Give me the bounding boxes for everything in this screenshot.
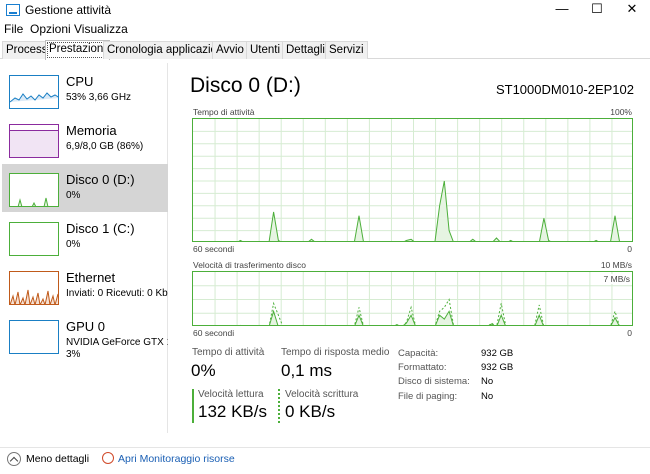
sidebar-item-detail: 6,9/8,0 GB (86%) [66,141,144,152]
close-button[interactable]: ✕ [615,0,649,20]
read-rate-indicator [192,389,194,423]
activity-chart-caption: Tempo di attività [193,107,255,117]
sidebar-item-label: CPU [66,74,94,89]
transfer-chart-max: 10 MB/s [600,260,632,270]
resource-monitor-icon [102,452,114,464]
gpu-thumbnail-graph [9,320,59,354]
paging-file-value: No [481,391,494,402]
transfer-chart-secondary-max: 7 MB/s [603,274,630,284]
write-speed-label: Velocità scrittura [285,389,359,400]
read-speed-value: 132 KB/s [198,402,267,421]
memory-thumbnail-graph [9,124,59,158]
less-details-link[interactable]: Meno dettagli [26,453,89,465]
disk-0-thumbnail-graph [9,173,59,207]
transfer-chart-time: 60 secondi [193,328,235,338]
menu-file[interactable]: File [4,22,23,36]
transfer-chart-svg [193,272,632,325]
sidebar-item-cpu[interactable]: CPU 53% 3,66 GHz [2,66,168,114]
sidebar-item-label: Disco 1 (C:) [66,221,135,236]
sidebar-item-label: Memoria [66,123,117,138]
minimize-button[interactable]: — [545,0,579,20]
tab-app-history[interactable]: Cronologia applicazioni [103,41,230,59]
sidebar-item-disk-1[interactable]: Disco 1 (C:) 0% [2,213,168,261]
resource-list: CPU 53% 3,66 GHz Memoria 6,9/8,0 GB (86%… [0,63,168,433]
transfer-chart: 7 MB/s [192,271,633,326]
maximize-button[interactable]: ☐ [580,0,614,20]
response-stat-label: Tempo di risposta medio [281,347,390,358]
chevron-up-icon[interactable] [7,452,21,466]
sidebar-item-detail: 0% [66,239,81,250]
formatted-value: 932 GB [481,362,514,373]
transfer-chart-caption: Velocità di trasferimento disco [193,260,306,270]
sidebar-item-memory[interactable]: Memoria 6,9/8,0 GB (86%) [2,115,168,163]
tab-services[interactable]: Servizi [325,41,368,59]
activity-stat-value: 0% [191,361,216,380]
activity-chart-max: 100% [610,107,632,117]
capacity-label: Capacità: [398,348,439,359]
task-manager-icon [6,4,20,16]
window-title: Gestione attività [25,3,112,17]
sidebar-item-gpu-0[interactable]: GPU 0 NVIDIA GeForce GTX 1050 3% [2,311,168,360]
write-rate-indicator [278,389,280,423]
ethernet-thumbnail-graph [9,271,59,305]
sidebar-item-detail: NVIDIA GeForce GTX 1050 [66,337,168,348]
disk-1-thumbnail-graph [9,222,59,256]
menu-view[interactable]: Visualizza [74,22,128,36]
transfer-chart-min: 0 [627,328,632,338]
tab-users[interactable]: Utenti [246,41,285,59]
tab-bar: Processi Prestazioni Cronologia applicaz… [0,40,650,60]
capacity-value: 932 GB [481,348,514,359]
sidebar-item-detail: Inviati: 0 Ricevuti: 0 Kbps [66,288,168,299]
activity-chart-min: 0 [627,244,632,254]
system-disk-label: Disco di sistema: [398,376,470,387]
tab-startup[interactable]: Avvio [212,41,248,59]
tab-performance[interactable]: Prestazioni [45,40,110,60]
paging-file-label: File di paging: [398,391,458,402]
response-stat-value: 0,1 ms [281,361,333,380]
activity-chart [192,118,633,242]
open-resource-monitor-link[interactable]: Apri Monitoraggio risorse [118,453,235,465]
sidebar-item-usage: 3% [66,349,81,360]
footer: Meno dettagli Apri Monitoraggio risorse [0,447,650,474]
cpu-thumbnail-graph [9,75,59,109]
read-speed-label: Velocità lettura [198,389,264,400]
title-bar: Gestione attività — ☐ ✕ [0,0,650,20]
formatted-label: Formattato: [398,362,447,373]
sidebar-item-disk-0[interactable]: Disco 0 (D:) 0% [2,164,168,212]
sidebar-item-detail: 53% 3,66 GHz [66,92,132,103]
sidebar-item-label: Ethernet [66,270,116,285]
tab-details[interactable]: Dettagli [282,41,329,59]
menu-options[interactable]: Opzioni [30,22,71,36]
activity-chart-svg [193,119,632,241]
sidebar-item-ethernet[interactable]: Ethernet Inviati: 0 Ricevuti: 0 Kbps [2,262,168,310]
sidebar-item-label: GPU 0 [66,319,106,334]
sidebar-item-label: Disco 0 (D:) [66,172,135,187]
disk-model: ST1000DM010-2EP102 [495,82,634,97]
page-title: Disco 0 (D:) [190,74,301,97]
write-speed-value: 0 KB/s [285,402,336,421]
activity-stat-label: Tempo di attività [192,347,265,358]
activity-chart-time: 60 secondi [193,244,235,254]
sidebar-item-detail: 0% [66,190,81,201]
system-disk-value: No [481,376,494,387]
